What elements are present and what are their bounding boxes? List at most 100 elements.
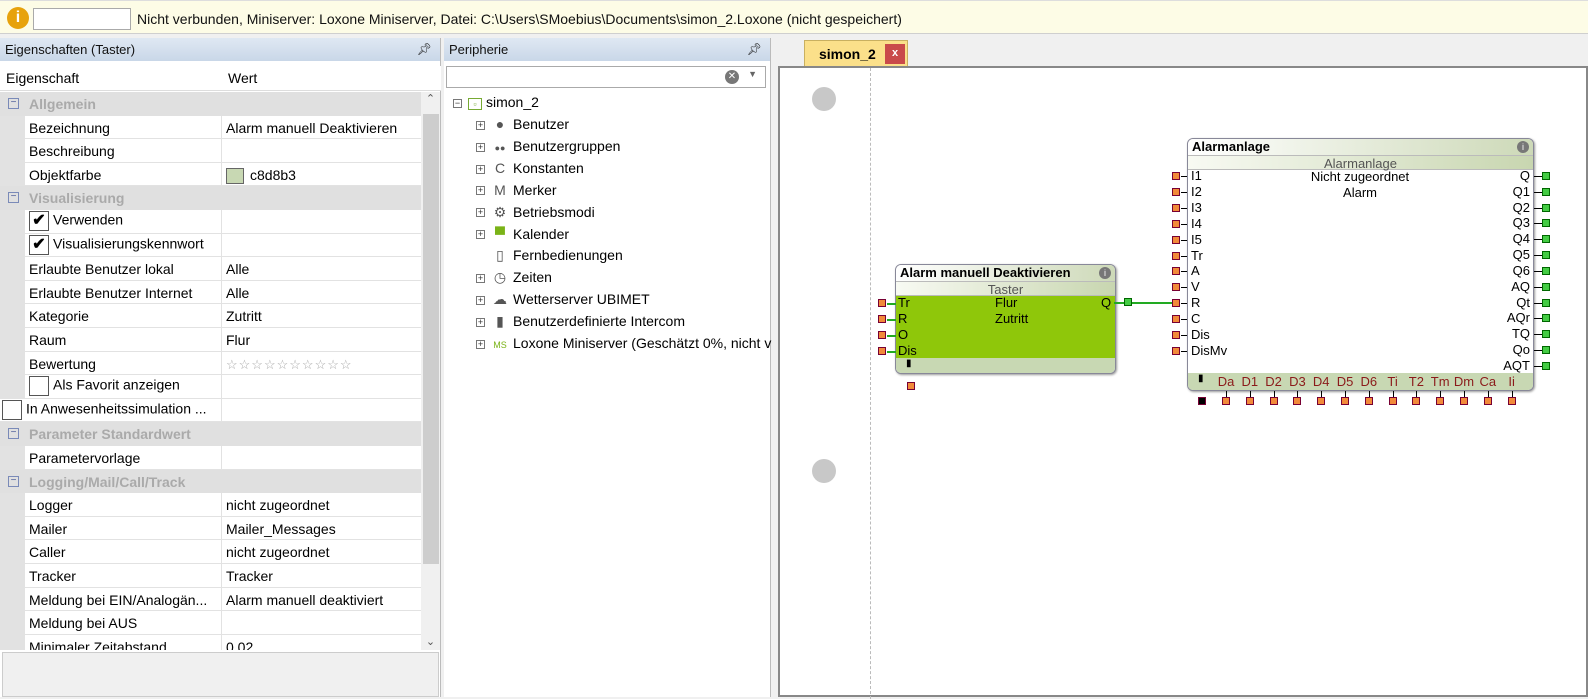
output-port[interactable] [1542,298,1550,307]
property-row[interactable]: Minimaler Zeitabstand 0.02 [0,634,421,650]
bottom-port[interactable] [1507,397,1516,405]
output-port[interactable] [1542,172,1550,180]
bottom-port[interactable] [1341,397,1349,405]
output-port[interactable] [1542,266,1550,275]
property-value[interactable] [222,398,421,422]
collapse-icon[interactable]: − [8,98,19,109]
expand-icon[interactable]: + [476,120,485,130]
tab-simon-2[interactable]: simon_2 x [804,40,908,67]
output-port[interactable] [1542,251,1550,260]
tree-item[interactable]: + ● Benutzer [476,116,569,132]
property-row[interactable]: Raum Flur [0,328,421,352]
property-row[interactable]: Meldung bei AUS [0,611,421,635]
output-port[interactable] [1542,282,1550,291]
expand-icon[interactable]: + [476,208,485,218]
tree-item[interactable]: + ⚙ Betriebsmodi [476,204,595,221]
output-port[interactable] [1542,346,1550,355]
output-port[interactable] [1542,361,1550,370]
output-port[interactable] [1542,187,1550,196]
scrollbar[interactable]: ⌃ ⌄ [421,92,440,650]
input-port[interactable] [878,347,886,355]
info-icon[interactable]: i [1517,141,1529,153]
property-category[interactable]: − Visualisierung [0,186,421,210]
property-value[interactable]: Mailer_Messages [222,516,421,540]
property-row[interactable]: Caller nicht zugeordnet [0,540,421,564]
property-row[interactable]: Logger nicht zugeordnet [0,493,421,517]
bottom-port[interactable] [1222,397,1230,405]
periphery-search-input[interactable]: ✕ ▼ [446,66,766,88]
checkbox[interactable] [2,399,22,420]
dropdown-icon[interactable]: ▼ [748,69,757,79]
bottom-port[interactable] [1317,397,1326,405]
property-row[interactable]: Objektfarbe c8d8b3 [0,162,421,187]
property-value[interactable]: ☆☆☆☆☆☆☆☆☆☆ [222,351,421,375]
input-port[interactable] [1172,331,1180,339]
property-category[interactable]: − Allgemein [0,92,421,116]
property-value[interactable] [222,139,421,162]
tree-item[interactable]: + ▀ Kalender [476,226,569,242]
checkbox[interactable]: ✔ [29,211,49,231]
program-canvas[interactable]: Alarm manuell Deaktivieren i Taster ▮ Tr R O Di… [778,66,1588,699]
output-port[interactable] [1542,314,1550,323]
tree-item[interactable]: + MS Loxone Miniserver (Geschätzt 0%, nich… [476,335,771,351]
property-row[interactable]: Meldung bei EIN/Analogän... Alarm manuell… [0,587,421,612]
property-row[interactable]: Mailer Mailer_Messages [0,516,421,541]
expand-icon[interactable]: + [476,274,485,284]
property-row[interactable]: ✔ Visualisierungskennwort [0,233,421,258]
property-row[interactable]: Tracker Tracker [0,564,421,588]
input-port[interactable] [1172,203,1180,212]
property-value[interactable]: Alarm manuell Deaktivieren [222,115,421,139]
tree-item[interactable]: ▯ Fernbedienungen [476,247,623,264]
property-row[interactable]: ✔ Verwenden [0,210,421,234]
input-port[interactable] [1172,219,1180,228]
expand-icon[interactable]: + [476,317,485,327]
input-port[interactable] [1172,172,1180,180]
property-row[interactable]: Parametervorlage [0,446,421,470]
input-port[interactable] [1172,267,1180,276]
property-value[interactable]: Tracker [222,564,421,587]
expand-icon[interactable]: + [476,295,485,305]
info-icon[interactable]: i [1099,267,1111,279]
info-input[interactable] [33,8,131,30]
clear-icon[interactable]: ✕ [725,70,739,84]
collapse-icon[interactable]: − [8,428,19,440]
property-row[interactable]: Bezeichnung Alarm manuell Deaktivieren [0,115,421,140]
property-value[interactable]: Zutritt [222,304,421,327]
scroll-thumb[interactable] [423,114,439,564]
expand-icon[interactable]: + [476,142,485,152]
output-port[interactable] [1542,219,1550,228]
expand-icon[interactable]: + [476,339,485,349]
property-category[interactable]: − Logging/Mail/Call/Track [0,469,421,494]
property-row[interactable]: Bewertung ☆☆☆☆☆☆☆☆☆☆ [0,351,421,376]
bottom-port[interactable] [1245,397,1254,405]
bottom-port[interactable] [1269,397,1278,405]
tree-item[interactable]: + ▮ Benutzerdefinierte Intercom [476,313,685,330]
input-port[interactable] [878,315,886,323]
tree-item[interactable]: + C Konstanten [476,160,584,176]
property-value[interactable] [222,446,421,469]
bottom-port[interactable] [1364,397,1373,405]
input-port[interactable] [1172,283,1180,292]
input-port[interactable] [1172,235,1180,244]
bottom-port[interactable] [1388,397,1397,405]
property-value[interactable]: nicht zugeordnet [222,540,421,563]
property-value[interactable]: 0.02 [222,634,421,650]
input-port[interactable] [1172,251,1180,260]
property-value[interactable] [222,375,421,398]
expand-icon[interactable]: + [476,230,485,240]
output-port[interactable] [1124,298,1132,306]
property-row[interactable]: Erlaubte Benutzer Internet Alle [0,280,421,305]
checkbox[interactable]: ✔ [29,234,49,255]
property-value[interactable] [222,611,421,634]
property-category[interactable]: − Parameter Standardwert [0,422,421,446]
rating-stars[interactable]: ☆☆☆☆☆☆☆☆☆☆ [226,357,353,372]
pin-icon[interactable]: 📌︎ [417,38,432,61]
output-port[interactable] [1542,203,1550,212]
property-value[interactable]: c8d8b3 [222,162,421,186]
collapse-icon[interactable]: − [453,98,462,108]
bottom-port[interactable] [1293,397,1302,405]
property-value[interactable]: Alle [222,257,421,280]
property-value[interactable] [222,210,421,233]
property-value[interactable]: Flur [222,328,421,351]
property-row[interactable]: Kategorie Zutritt [0,304,421,328]
